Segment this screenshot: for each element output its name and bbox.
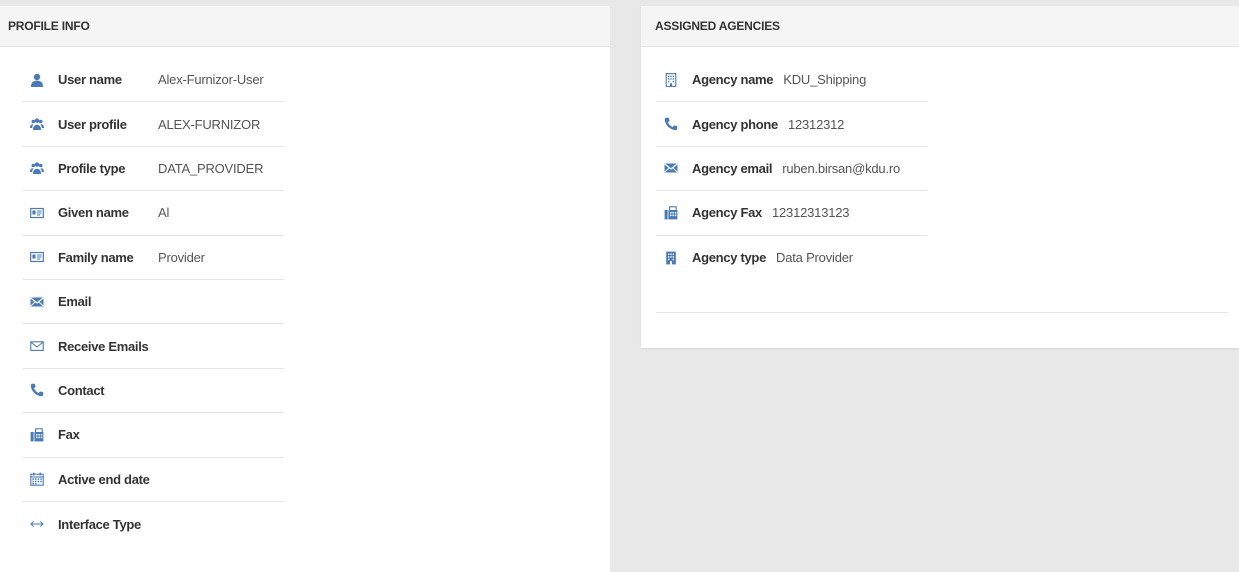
agency-phone-value: 12312312 (787, 116, 845, 132)
profile-row-user-name: User name Alex-Furnizor-User (22, 58, 284, 103)
agency-email-value: ruben.birsan@kdu.ro (782, 160, 901, 176)
profile-row-contact: Contact (22, 369, 284, 414)
agency-row-name: Agency name KDU_Shipping (656, 58, 927, 103)
phone-icon (664, 117, 678, 131)
users-icon (30, 161, 44, 175)
envelope-outline-icon (30, 339, 44, 353)
given-name-value: Al (158, 205, 170, 221)
agency-row-phone: Agency phone 12312312 (656, 102, 927, 147)
assigned-agencies-header: ASSIGNED AGENCIES (641, 6, 1239, 47)
given-name-label: Given name (58, 205, 129, 221)
envelope-icon (30, 295, 44, 309)
profile-row-profile-type: Profile type DATA_PROVIDER (22, 147, 284, 192)
user-name-label: User name (58, 72, 122, 88)
receive-emails-label: Receive Emails (58, 338, 149, 354)
profile-row-receive-emails: Receive Emails (22, 324, 284, 369)
profile-info-panel: PROFILE INFO User name Alex-Furnizor-Use… (0, 6, 610, 572)
users-icon (30, 117, 44, 131)
fax-icon (30, 428, 44, 442)
building-icon (664, 72, 678, 87)
agency-name-label: Agency name (692, 72, 774, 88)
fax-label: Fax (58, 427, 80, 443)
profile-row-active-end-date: Active end date (22, 458, 284, 502)
family-name-value: Provider (158, 249, 205, 265)
agency-type-value: Data Provider (776, 250, 853, 266)
phone-icon (30, 383, 44, 397)
agency-row-fax: Agency Fax 12312313123 (656, 191, 927, 236)
assigned-agencies-panel: ASSIGNED AGENCIES Agency name KDU_Shippi… (641, 6, 1239, 348)
calendar-icon (30, 472, 44, 486)
contact-label: Contact (58, 382, 105, 398)
profile-info-header: PROFILE INFO (0, 6, 610, 47)
interface-type-label: Interface Type (58, 516, 141, 532)
family-name-label: Family name (58, 249, 134, 265)
agency-name-value: KDU_Shipping (783, 72, 867, 88)
profile-row-given-name: Given name Al (22, 191, 284, 236)
agency-row-type: Agency type Data Provider (656, 236, 927, 280)
agency-row-email: Agency email ruben.birsan@kdu.ro (656, 147, 927, 192)
agency-fax-value: 12312313123 (771, 205, 850, 221)
profile-row-interface-type: Interface Type (22, 502, 284, 546)
user-profile-label: User profile (58, 116, 127, 132)
agency-phone-label: Agency phone (692, 116, 778, 132)
agency-divider (656, 312, 1228, 313)
envelope-icon (664, 161, 678, 175)
profile-info-list: User name Alex-Furnizor-User User profil… (22, 58, 284, 546)
fax-icon (664, 206, 678, 220)
profile-row-email: Email (22, 280, 284, 325)
page: PROFILE INFO User name Alex-Furnizor-Use… (0, 0, 1239, 572)
arrows-horizontal-icon (30, 517, 44, 531)
profile-type-label: Profile type (58, 160, 126, 176)
user-icon (30, 73, 44, 87)
email-label: Email (58, 294, 92, 310)
profile-row-user-profile: User profile ALEX-FURNIZOR (22, 102, 284, 147)
profile-type-value: DATA_PROVIDER (158, 160, 264, 176)
id-card-icon (30, 206, 44, 220)
user-name-value: Alex-Furnizor-User (158, 72, 264, 88)
profile-row-family-name: Family name Provider (22, 236, 284, 280)
agency-email-label: Agency email (692, 160, 773, 176)
user-profile-value: ALEX-FURNIZOR (158, 116, 261, 132)
agency-list: Agency name KDU_Shipping Agency phone 12… (656, 58, 927, 280)
agency-fax-label: Agency Fax (692, 205, 762, 221)
agency-type-label: Agency type (692, 250, 767, 266)
id-card-icon (30, 250, 44, 264)
active-end-date-label: Active end date (58, 471, 150, 487)
building-icon (664, 251, 678, 265)
profile-row-fax: Fax (22, 413, 284, 458)
